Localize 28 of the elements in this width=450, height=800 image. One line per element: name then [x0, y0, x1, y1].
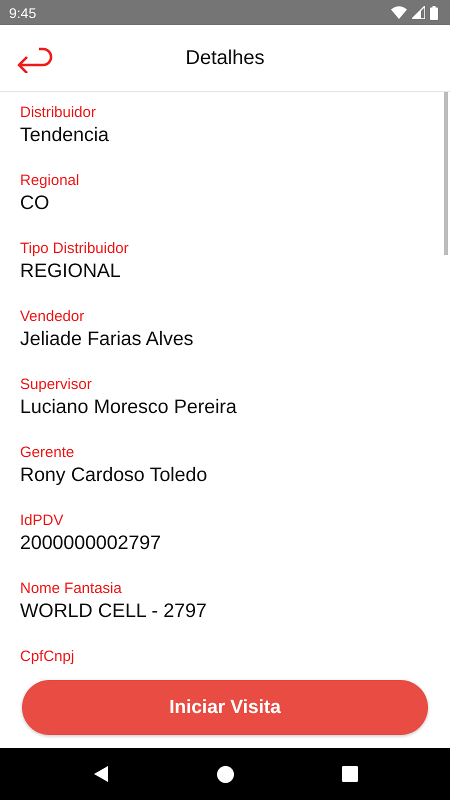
start-visit-button[interactable]: Iniciar Visita	[22, 680, 428, 735]
battery-icon	[430, 6, 438, 20]
field-value: Jeliade Farias Alves	[20, 327, 194, 352]
field-label: Tipo Distribuidor	[20, 240, 130, 258]
field-value: 2000000002797	[20, 531, 162, 556]
home-nav-icon[interactable]	[217, 766, 234, 782]
field-label: CpfCnpj	[20, 648, 76, 666]
field-label: Regional	[20, 172, 80, 190]
field-value: Rony Cardoso Toledo	[20, 463, 208, 488]
field-label: Gerente	[20, 444, 76, 462]
signal-icon	[412, 6, 425, 19]
field-label: Supervisor	[20, 376, 93, 394]
field-value: Luciano Moresco Pereira	[20, 395, 238, 420]
field-value: CO	[20, 191, 50, 216]
scrollbar[interactable]	[444, 92, 448, 255]
recents-nav-icon[interactable]	[342, 766, 358, 782]
wifi-icon	[391, 6, 407, 19]
status-time: 9:45	[9, 4, 36, 20]
back-icon[interactable]	[17, 47, 53, 73]
field-label: Nome Fantasia	[20, 580, 123, 598]
back-nav-icon[interactable]	[92, 765, 110, 783]
screen-title: Detalhes	[186, 46, 264, 70]
field-label: Distribuidor	[20, 104, 97, 122]
field-label: IdPDV	[20, 512, 64, 530]
field-value: REGIONAL	[20, 259, 122, 284]
field-value: WORLD CELL - 2797	[20, 599, 208, 624]
field-label: Vendedor	[20, 308, 86, 326]
field-value: Tendencia	[20, 123, 110, 148]
